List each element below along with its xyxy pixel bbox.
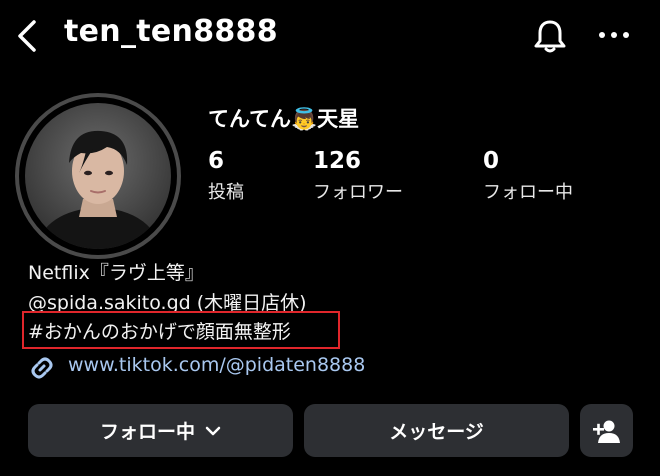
stat-posts-value: 6	[208, 148, 225, 174]
avatar[interactable]	[25, 103, 171, 249]
profile-username: ten_ten8888	[64, 14, 278, 49]
stat-following-value: 0	[483, 148, 500, 174]
chevron-down-icon	[205, 426, 221, 435]
add-person-icon	[592, 420, 620, 443]
stat-posts[interactable]: 6 投稿	[208, 148, 244, 204]
link-text[interactable]: www.tiktok.com/@pidaten8888	[68, 354, 365, 376]
display-name: てんてん👼天星	[208, 107, 360, 131]
more-icon[interactable]	[596, 25, 632, 45]
message-button-label: メッセージ	[389, 421, 484, 443]
avatar-photo	[25, 103, 171, 249]
bell-icon[interactable]	[531, 17, 569, 55]
bio-line-1: Netflix『ラヴ上等』	[28, 262, 204, 284]
bio-hashtag[interactable]: #おかんのおかげで顔面無整形	[28, 317, 291, 344]
link-icon	[31, 357, 53, 379]
add-person-button[interactable]	[580, 404, 633, 457]
following-button-label: フォロー中	[99, 421, 195, 443]
top-bar: ten_ten8888	[0, 0, 660, 70]
stat-followers[interactable]: 126 フォロワー	[313, 148, 403, 204]
message-button[interactable]: メッセージ	[304, 404, 569, 457]
stat-posts-label: 投稿	[208, 182, 244, 203]
stat-followers-label: フォロワー	[313, 182, 403, 203]
stat-followers-value: 126	[313, 148, 362, 174]
back-arrow-icon[interactable]	[12, 18, 42, 54]
stat-following-label: フォロー中	[483, 182, 573, 203]
stat-following[interactable]: 0 フォロー中	[483, 148, 573, 204]
following-button[interactable]: フォロー中	[28, 404, 293, 457]
